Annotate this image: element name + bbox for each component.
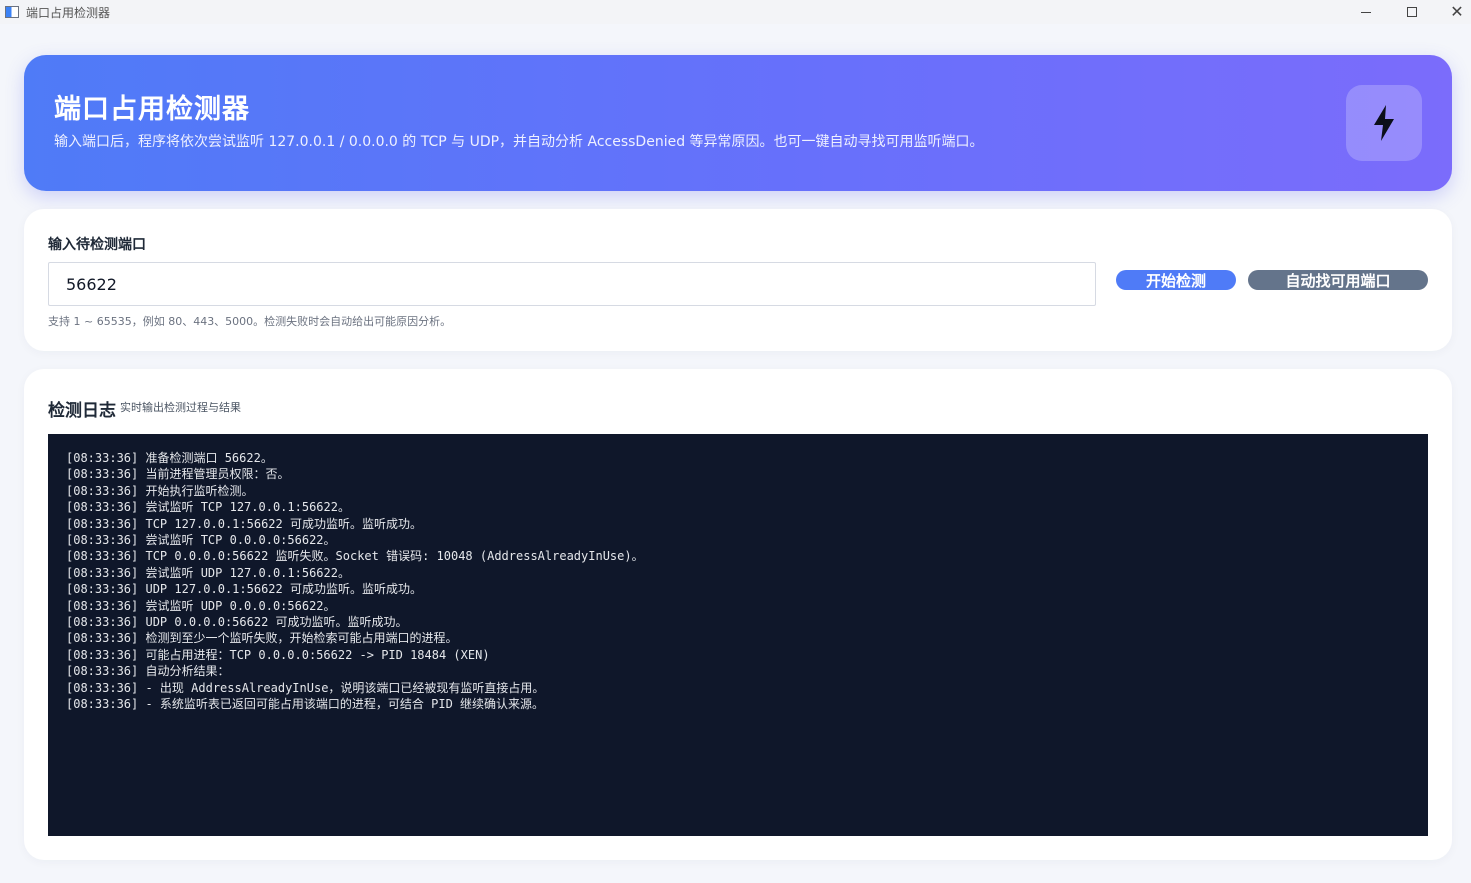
port-input[interactable] — [48, 262, 1096, 306]
port-field-label: 输入待检测端口 — [48, 237, 146, 253]
log-line: [08:33:36] 检测到至少一个监听失败，开始检索可能占用端口的进程。 — [66, 631, 458, 646]
log-line: [08:33:36] 开始执行监听检测。 — [66, 483, 254, 498]
log-subtitle: 实时输出检测过程与结果 — [120, 401, 241, 414]
log-line: [08:33:36] 尝试监听 TCP 0.0.0.0:56622。 — [66, 533, 336, 548]
app-icon — [5, 6, 19, 18]
window-titlebar: 端口占用检测器 ✕ — [0, 0, 1471, 24]
auto-find-port-button[interactable]: 自动找可用端口 — [1248, 270, 1428, 290]
page-title: 端口占用检测器 — [54, 94, 250, 125]
log-console[interactable]: [08:33:36] 准备检测端口 56622。 [08:33:36] 当前进程管… — [48, 434, 1428, 836]
port-input-card: 输入待检测端口 开始检测 自动找可用端口 支持 1 ~ 65535，例如 80、… — [24, 209, 1452, 351]
log-line: [08:33:36] UDP 127.0.0.1:56622 可成功监听。监听成… — [66, 582, 422, 597]
log-line: [08:33:36] 尝试监听 TCP 127.0.0.1:56622。 — [66, 500, 350, 515]
minimize-icon — [1361, 11, 1371, 13]
maximize-button[interactable] — [1389, 0, 1435, 24]
start-check-button[interactable]: 开始检测 — [1116, 270, 1236, 290]
log-line: [08:33:36] UDP 0.0.0.0:56622 可成功监听。监听成功。 — [66, 615, 408, 630]
page-description: 输入端口后，程序将依次尝试监听 127.0.0.1 / 0.0.0.0 的 TC… — [54, 134, 984, 150]
close-button[interactable]: ✕ — [1434, 0, 1471, 24]
log-line: [08:33:36] - 系统监听表已返回可能占用该端口的进程，可结合 PID … — [66, 697, 545, 712]
minimize-button[interactable] — [1343, 0, 1389, 24]
log-title: 检测日志 — [48, 401, 116, 421]
maximize-icon — [1407, 7, 1417, 17]
log-line: [08:33:36] 自动分析结果： — [66, 664, 230, 679]
log-line: [08:33:36] - 出现 AddressAlreadyInUse，说明该端… — [66, 680, 545, 695]
log-line: [08:33:36] TCP 127.0.0.1:56622 可成功监听。监听成… — [66, 516, 422, 531]
log-line: [08:33:36] TCP 0.0.0.0:56622 监听失败。Socket… — [66, 549, 644, 564]
window-title: 端口占用检测器 — [26, 5, 111, 20]
close-icon: ✕ — [1450, 2, 1464, 21]
log-line: [08:33:36] 可能占用进程：TCP 0.0.0.0:56622 -> P… — [66, 647, 490, 662]
log-line: [08:33:36] 尝试监听 UDP 0.0.0.0:56622。 — [66, 598, 336, 613]
log-line: [08:33:36] 准备检测端口 56622。 — [66, 451, 273, 465]
hero-badge — [1346, 85, 1422, 161]
port-hint: 支持 1 ~ 65535，例如 80、443、5000。检测失败时会自动给出可能… — [48, 315, 452, 328]
lightning-icon — [1374, 105, 1394, 141]
hero-banner: 端口占用检测器 输入端口后，程序将依次尝试监听 127.0.0.1 / 0.0.… — [24, 55, 1452, 191]
log-card: 检测日志 实时输出检测过程与结果 [08:33:36] 准备检测端口 56622… — [24, 369, 1452, 860]
log-line: [08:33:36] 当前进程管理员权限：否。 — [66, 467, 290, 482]
log-line: [08:33:36] 尝试监听 UDP 127.0.0.1:56622。 — [66, 565, 350, 580]
